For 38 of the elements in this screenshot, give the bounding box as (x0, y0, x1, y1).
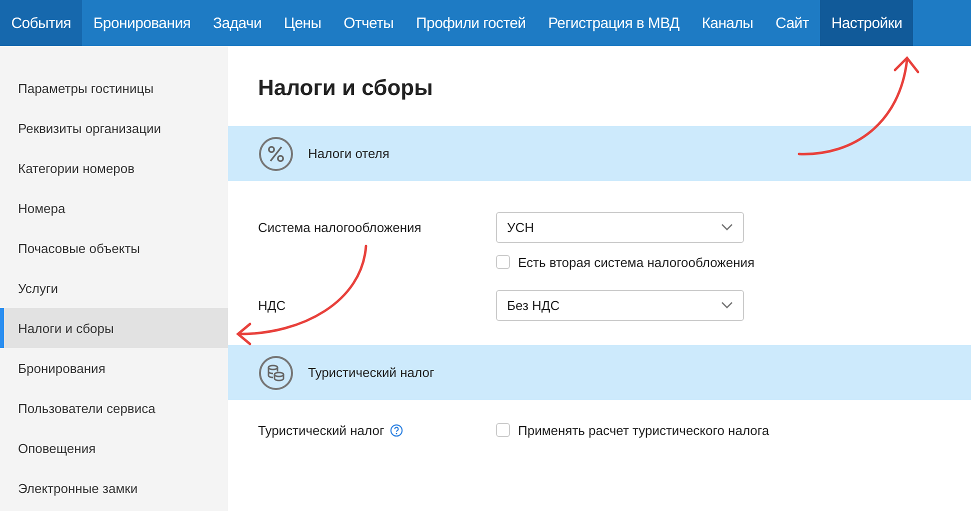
checkbox[interactable] (496, 423, 510, 437)
percent-icon (258, 136, 294, 172)
sidebar-item[interactable]: Пользователи сервиса (0, 388, 228, 428)
nav-tab[interactable]: Регистрация в МВД (536, 0, 691, 46)
nav-tab[interactable]: Цены (272, 0, 332, 46)
coins-icon (258, 354, 294, 390)
sidebar-item[interactable]: Почасовые объекты (0, 228, 228, 268)
sidebar-item[interactable]: Параметры гостиницы (0, 68, 228, 108)
sidebar-item[interactable]: Оповещения (0, 428, 228, 468)
nav-tab[interactable]: Задачи (202, 0, 273, 46)
nav-tab[interactable]: Настройки (820, 0, 914, 46)
sidebar-item[interactable]: Электронные замки (0, 468, 228, 508)
nav-tab[interactable]: События (0, 0, 82, 46)
nav-tab[interactable]: Каналы (690, 0, 764, 46)
page-title: Налоги и сборы (258, 76, 433, 100)
chevron-down-icon (721, 223, 733, 231)
select-field[interactable]: УСН (496, 212, 744, 242)
nav-tab[interactable]: Профили гостей (404, 0, 537, 46)
nav-tab[interactable]: Бронирования (82, 0, 202, 46)
nav-tab[interactable]: Отчеты (332, 0, 405, 46)
field-label: Система налогообложения (258, 220, 422, 234)
sidebar-item[interactable]: Бронирования (0, 348, 228, 388)
sidebar-item[interactable]: Услуги (0, 268, 228, 308)
section-title: Туристический налог (308, 365, 434, 380)
section-title: Налоги отеля (308, 146, 390, 161)
sidebar-item[interactable]: Реквизиты организации (0, 108, 228, 148)
sidebar-item[interactable]: Номера (0, 188, 228, 228)
field-label: НДС (258, 298, 286, 312)
field-label: Туристический налог (258, 422, 384, 438)
select-field[interactable]: Без НДС (496, 290, 744, 320)
checkbox-label[interactable]: Применять расчет туристического налога (518, 422, 770, 438)
checkbox-label[interactable]: Есть вторая система налогообложения (518, 254, 755, 270)
sidebar-item[interactable]: Налоги и сборы (0, 308, 228, 348)
help-icon[interactable] (390, 424, 404, 436)
nav-tab[interactable]: Сайт (764, 0, 820, 46)
chevron-down-icon (721, 301, 733, 309)
sidebar-item[interactable]: Категории номеров (0, 148, 228, 188)
checkbox[interactable] (496, 255, 510, 269)
